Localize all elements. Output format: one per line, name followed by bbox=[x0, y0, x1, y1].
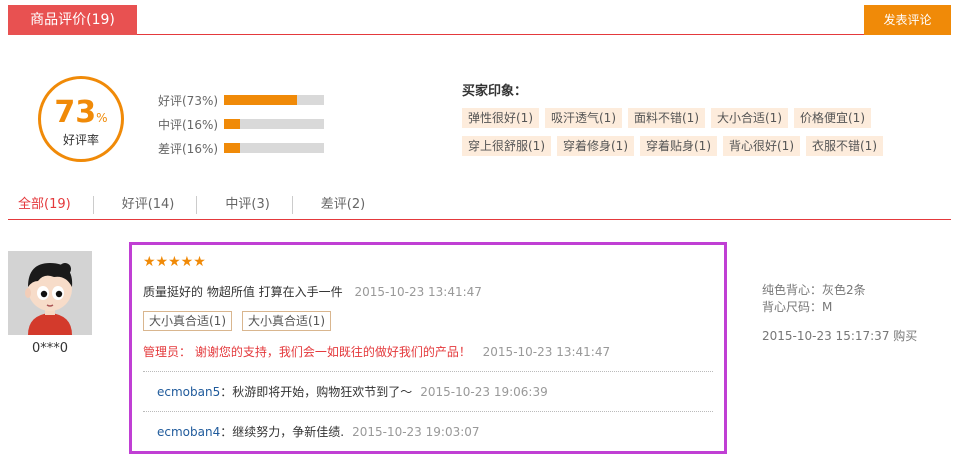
admin-reply-row: 管理员： 谢谢您的支持，我们会一如既往的做好我们的产品！ 2015-10-23 … bbox=[143, 343, 713, 361]
reply-time: 2015-10-23 19:03:07 bbox=[352, 425, 480, 439]
rating-bar-good: 好评(73%) bbox=[158, 88, 324, 112]
review-filter-tabs: 全部(19) 好评(14) 中评(3) 差评(2) bbox=[8, 196, 951, 220]
bar-label: 中评(16%) bbox=[158, 117, 219, 132]
reply-user-link[interactable]: ecmoban5 bbox=[157, 385, 220, 399]
reply-time: 2015-10-23 19:06:39 bbox=[420, 385, 548, 399]
reply-item: ecmoban5：秋游即将开始，购物狂欢节到了～ 2015-10-23 19:06… bbox=[143, 371, 713, 411]
buyer-impressions: 买家印象： 弹性很好(1) 吸汗透气(1) 面料不错(1) 大小合适(1) 价格… bbox=[462, 80, 902, 164]
bar-track bbox=[224, 95, 324, 105]
admin-reply-time: 2015-10-23 13:41:47 bbox=[482, 345, 611, 359]
reply-separator: ： bbox=[220, 425, 233, 439]
review-content-row: 质量挺好的 物超所值 打算在入手一件 2015-10-23 13:41:47 bbox=[143, 283, 713, 301]
reply-text: 继续努力，争新佳绩. bbox=[232, 425, 345, 439]
tab-all[interactable]: 全部(19) bbox=[8, 196, 94, 214]
rate-unit: % bbox=[96, 111, 108, 125]
impression-tag[interactable]: 衣服不错(1) bbox=[806, 136, 883, 156]
impression-tag[interactable]: 背心很好(1) bbox=[723, 136, 800, 156]
spec-size: 背心尺码：M bbox=[762, 300, 833, 314]
impression-tags: 弹性很好(1) 吸汗透气(1) 面料不错(1) 大小合适(1) 价格便宜(1) … bbox=[462, 108, 892, 164]
rating-bar-medium: 中评(16%) bbox=[158, 112, 324, 136]
purchase-time: 2015-10-23 15:17:37 购买 bbox=[762, 329, 918, 343]
impression-tag[interactable]: 价格便宜(1) bbox=[794, 108, 871, 128]
impression-tag[interactable]: 大小合适(1) bbox=[711, 108, 788, 128]
positive-rate-label: 好评率 bbox=[62, 133, 99, 147]
purchase-info: 纯色背心：灰色2条 背心尺码：M 2015-10-23 15:17:37 购买 bbox=[762, 282, 917, 345]
impression-tag[interactable]: 弹性很好(1) bbox=[462, 108, 539, 128]
rate-number: 73 bbox=[54, 95, 97, 130]
tab-good[interactable]: 好评(14) bbox=[112, 196, 198, 214]
bar-label: 差评(16%) bbox=[158, 141, 219, 156]
tab-bad[interactable]: 差评(2) bbox=[311, 196, 387, 214]
reply-user-link[interactable]: ecmoban4 bbox=[157, 425, 220, 439]
avatar-illustration bbox=[8, 251, 92, 335]
bar-fill bbox=[224, 95, 297, 105]
reviews-title-tab[interactable]: 商品评价(19) bbox=[8, 5, 137, 35]
positive-rate-circle: 73% 好评率 bbox=[38, 76, 124, 162]
review-item: ★★★★★ 质量挺好的 物超所值 打算在入手一件 2015-10-23 13:4… bbox=[129, 242, 727, 454]
review-tag: 大小真合适(1) bbox=[242, 311, 331, 331]
reply-item: ecmoban4：继续努力，争新佳绩. 2015-10-23 19:03:07 bbox=[143, 411, 713, 451]
review-header: 商品评价(19) 发表评论 bbox=[8, 5, 951, 35]
spec-color: 纯色背心：灰色2条 bbox=[762, 283, 866, 297]
bar-fill bbox=[224, 143, 240, 153]
review-content: 质量挺好的 物超所值 打算在入手一件 bbox=[143, 285, 343, 299]
tab-medium[interactable]: 中评(3) bbox=[215, 196, 293, 214]
reviewer-username: 0***0 bbox=[31, 341, 69, 356]
bar-fill bbox=[224, 119, 240, 129]
bar-label: 好评(73%) bbox=[158, 93, 219, 108]
impression-tag[interactable]: 吸汗透气(1) bbox=[545, 108, 622, 128]
impression-tag[interactable]: 穿着修身(1) bbox=[557, 136, 634, 156]
avatar bbox=[8, 251, 92, 335]
impression-tag[interactable]: 面料不错(1) bbox=[628, 108, 705, 128]
reply-text: 秋游即将开始，购物狂欢节到了～ bbox=[232, 385, 413, 399]
rating-bars: 好评(73%) 中评(16%) 差评(16%) bbox=[158, 88, 324, 160]
bar-track bbox=[224, 143, 324, 153]
impression-tag[interactable]: 穿上很舒服(1) bbox=[462, 136, 551, 156]
admin-reply: 管理员： 谢谢您的支持，我们会一如既往的做好我们的产品！ bbox=[143, 345, 471, 359]
review-time: 2015-10-23 13:41:47 bbox=[354, 285, 482, 299]
star-rating: ★★★★★ bbox=[143, 254, 206, 270]
impressions-title: 买家印象： bbox=[462, 84, 528, 99]
review-tag: 大小真合适(1) bbox=[143, 311, 232, 331]
post-review-button[interactable]: 发表评论 bbox=[864, 5, 951, 35]
positive-rate-value: 73% bbox=[41, 95, 121, 130]
review-tags: 大小真合适(1) 大小真合适(1) bbox=[143, 311, 713, 331]
rating-bar-bad: 差评(16%) bbox=[158, 136, 324, 160]
reply-separator: ： bbox=[220, 385, 233, 399]
reply-list: ecmoban5：秋游即将开始，购物狂欢节到了～ 2015-10-23 19:06… bbox=[143, 371, 713, 451]
impression-tag[interactable]: 穿着贴身(1) bbox=[640, 136, 717, 156]
bar-track bbox=[224, 119, 324, 129]
